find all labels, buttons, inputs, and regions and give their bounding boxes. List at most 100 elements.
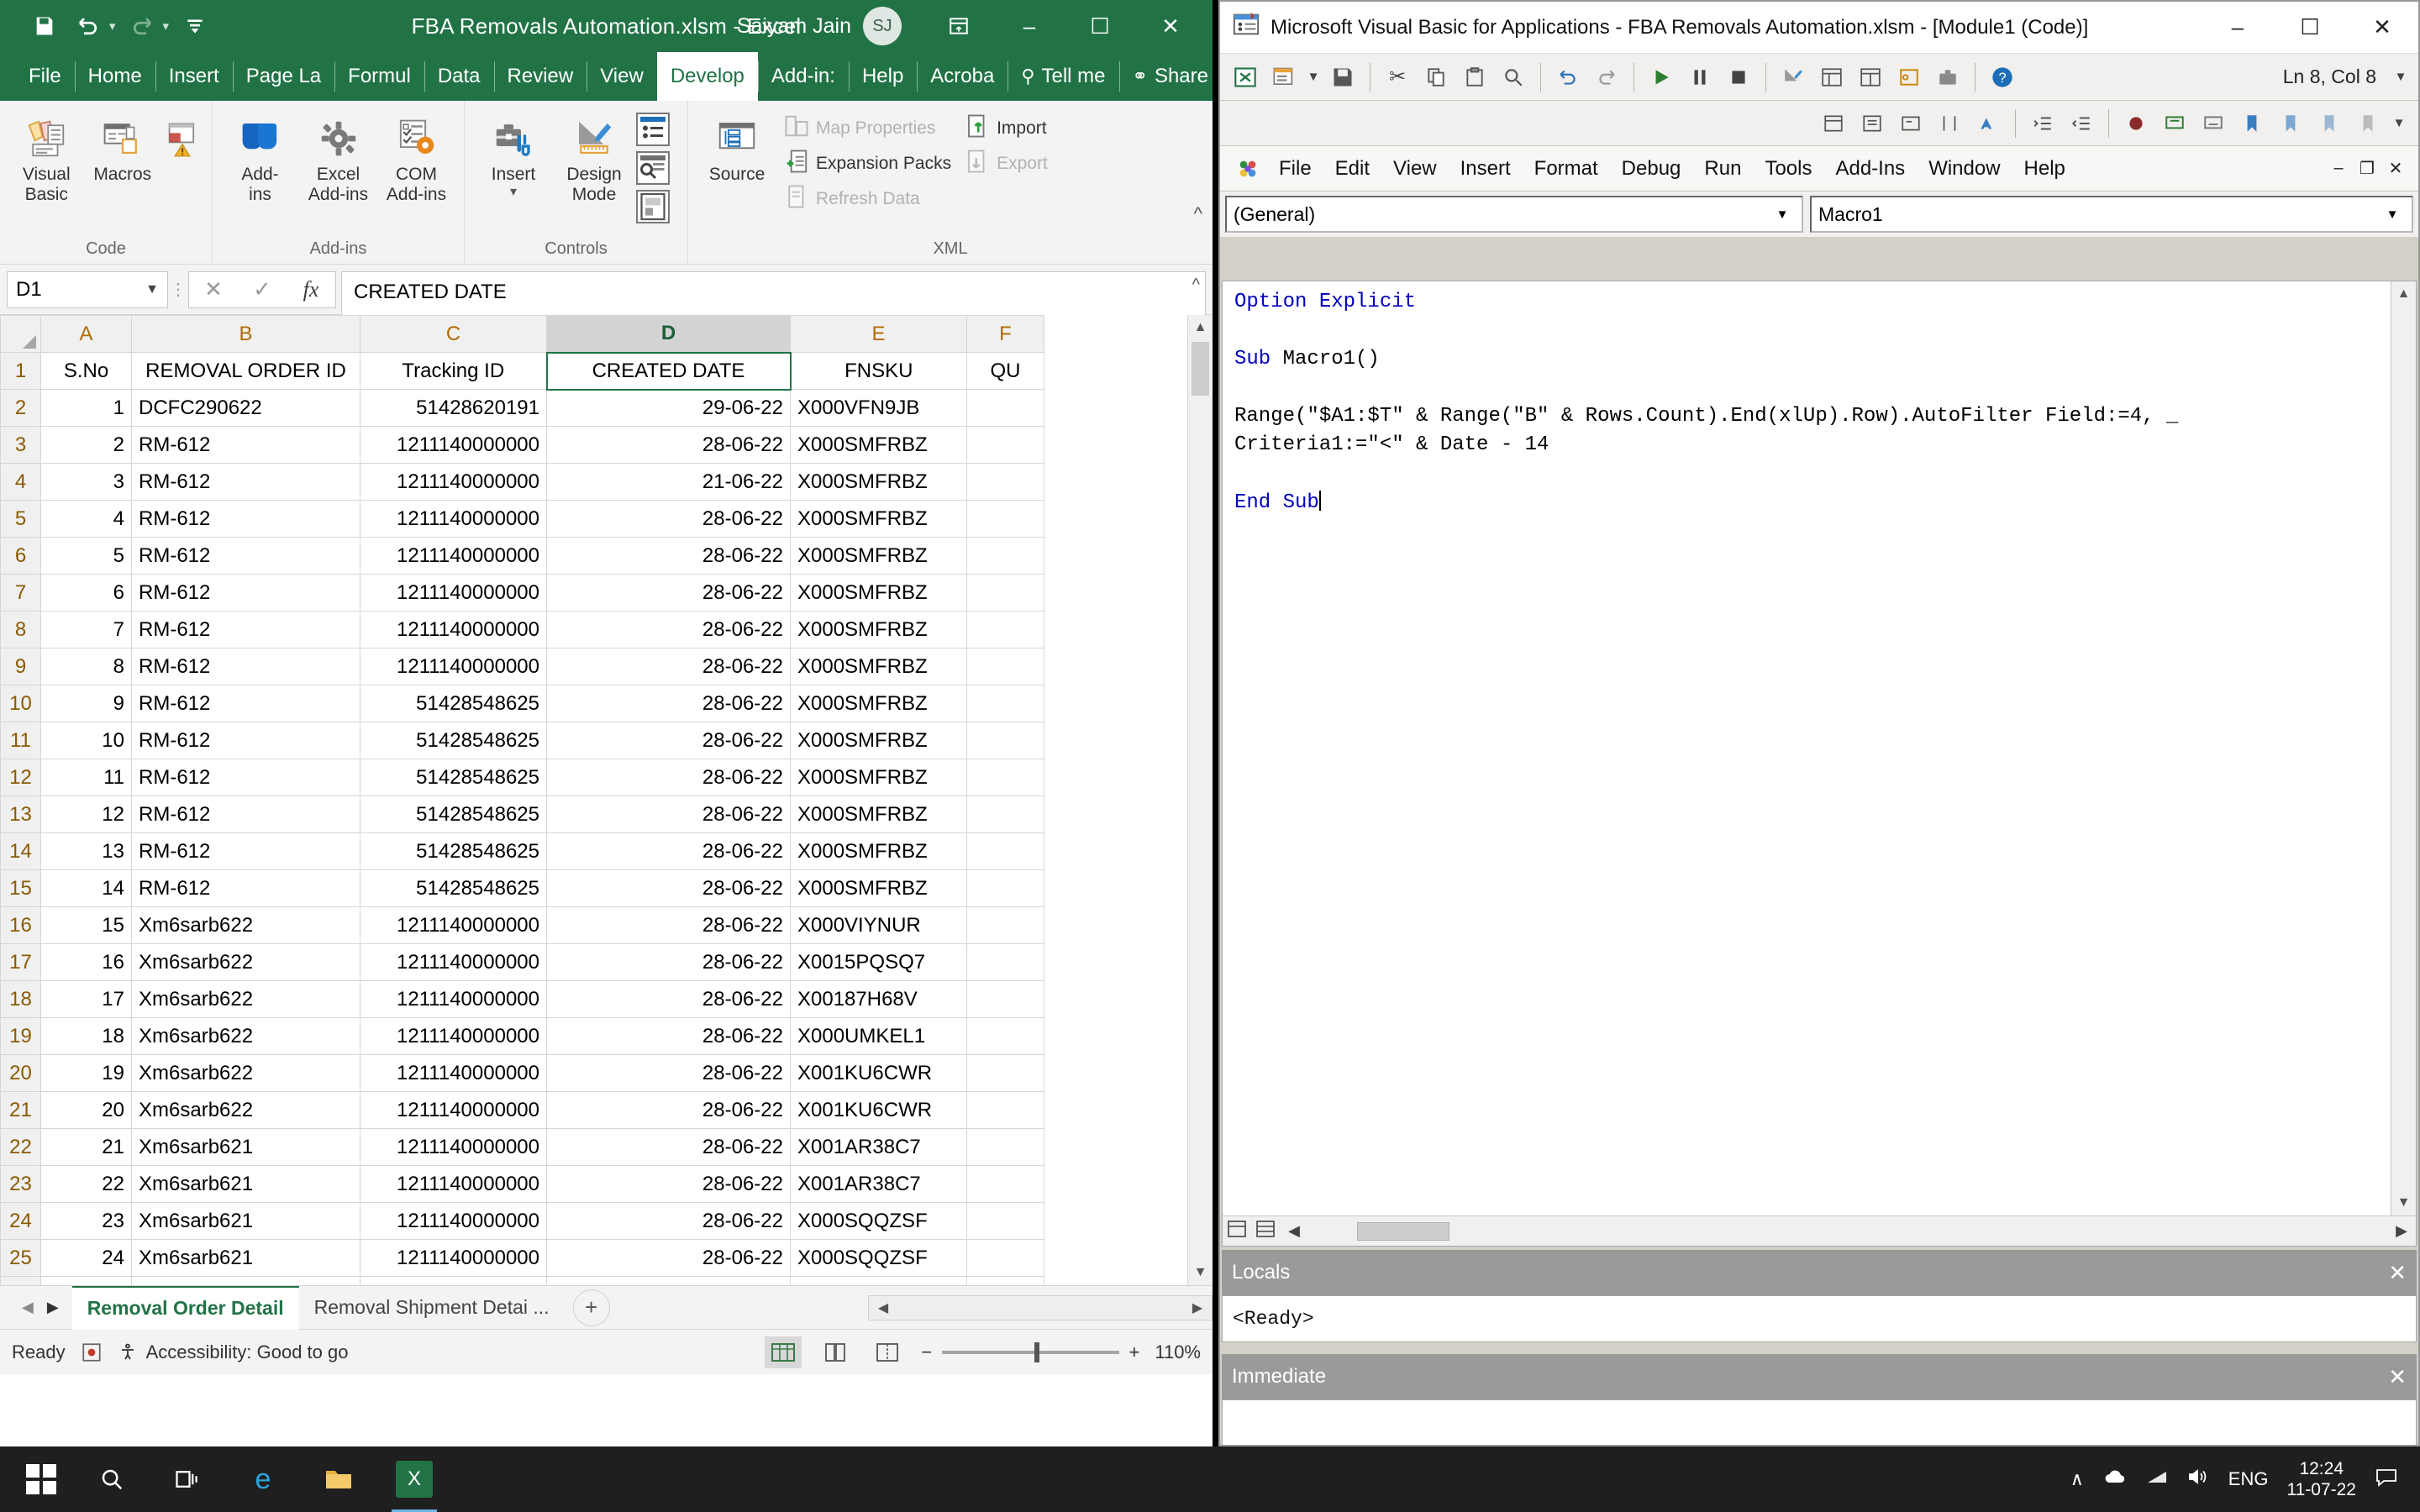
- vba-redo-icon[interactable]: [1588, 59, 1625, 96]
- grid-cell[interactable]: 16: [41, 944, 132, 981]
- grid-cell[interactable]: 20: [41, 1092, 132, 1129]
- vba-undo-icon[interactable]: [1549, 59, 1586, 96]
- row-header[interactable]: 26: [1, 1277, 41, 1286]
- grid-cell[interactable]: 11: [41, 759, 132, 796]
- ribbon-tab-file[interactable]: File: [15, 52, 75, 101]
- run-macro-icon[interactable]: [1643, 59, 1680, 96]
- locals-close-icon[interactable]: ✕: [2388, 1260, 2407, 1286]
- grid-cell[interactable]: Xm6sarb622: [132, 1092, 360, 1129]
- expand-formula-bar-icon[interactable]: ^: [1192, 276, 1200, 295]
- grid-cell[interactable]: 29-06-22: [547, 390, 791, 427]
- grid-cell[interactable]: 28-06-22: [547, 870, 791, 907]
- code-text[interactable]: Option Explicit Sub Macro1() Range("$A1:…: [1223, 281, 2416, 524]
- zoom-slider[interactable]: − +: [921, 1341, 1139, 1363]
- grid-cell[interactable]: 23: [41, 1203, 132, 1240]
- grid-cell[interactable]: 1211140000000: [360, 612, 547, 648]
- grid-cell[interactable]: Xm6sarb621: [132, 1166, 360, 1203]
- grid-cell[interactable]: [967, 1018, 1044, 1055]
- vba-menu-help[interactable]: Help: [2012, 150, 2077, 188]
- design-mode-button[interactable]: Design Mode: [554, 108, 634, 204]
- column-header-a[interactable]: A: [41, 316, 132, 353]
- cancel-entry-icon[interactable]: ✕: [189, 272, 238, 307]
- grid-cell[interactable]: X000SMFRBZ: [791, 464, 967, 501]
- toggle-breakpoint-icon[interactable]: [2118, 105, 2154, 142]
- grid-cell[interactable]: 19: [41, 1055, 132, 1092]
- task-view-icon[interactable]: [150, 1446, 225, 1512]
- confirm-entry-icon[interactable]: ✓: [238, 272, 287, 307]
- find-icon[interactable]: [1495, 59, 1532, 96]
- grid-cell[interactable]: X0015PQSQ7: [791, 944, 967, 981]
- ribbon-display-options-icon[interactable]: [923, 0, 994, 52]
- grid-cell[interactable]: Xm6sarb621: [132, 1240, 360, 1277]
- vba-menu-file[interactable]: File: [1267, 150, 1323, 188]
- grid-cell[interactable]: 28-06-22: [547, 1166, 791, 1203]
- insert-function-icon[interactable]: fx: [287, 272, 335, 307]
- grid-cell[interactable]: X000SMFRBZ: [791, 685, 967, 722]
- page-layout-view-icon[interactable]: [817, 1336, 854, 1368]
- grid-cell[interactable]: Xm6sarb622: [132, 1055, 360, 1092]
- grid-cell[interactable]: [967, 722, 1044, 759]
- module-close-button[interactable]: ✕: [2381, 152, 2410, 186]
- grid-cell[interactable]: 12: [41, 796, 132, 833]
- macro-record-button[interactable]: [81, 1341, 103, 1363]
- grid-cell[interactable]: 28-06-22: [547, 538, 791, 575]
- grid-cell[interactable]: X000SQQZSF: [791, 1203, 967, 1240]
- grid-cell[interactable]: 1211140000000: [360, 944, 547, 981]
- row-header[interactable]: 10: [1, 685, 41, 722]
- grid-cell[interactable]: RM-612: [132, 759, 360, 796]
- grid-cell[interactable]: 1211140000000: [360, 1129, 547, 1166]
- grid-cell[interactable]: 28-06-22: [547, 796, 791, 833]
- close-button[interactable]: ✕: [1135, 0, 1206, 52]
- vba-close-button[interactable]: ✕: [2346, 3, 2418, 53]
- vba-help-icon[interactable]: ?: [1984, 59, 2021, 96]
- grid-cell[interactable]: 28-06-22: [547, 1018, 791, 1055]
- object-combo[interactable]: (General) ▼: [1225, 196, 1803, 233]
- grid-cell[interactable]: 17: [41, 981, 132, 1018]
- ribbon-tab-view[interactable]: View: [587, 52, 657, 101]
- vba-menu-insert[interactable]: Insert: [1449, 150, 1523, 188]
- grid-cell[interactable]: [967, 759, 1044, 796]
- grid-cell[interactable]: [967, 427, 1044, 464]
- header-cell[interactable]: QU: [967, 353, 1044, 390]
- minimize-button[interactable]: –: [994, 0, 1065, 52]
- column-header-b[interactable]: B: [132, 316, 360, 353]
- sheet-prev-icon[interactable]: ◀: [22, 1299, 34, 1316]
- grid-cell[interactable]: 9: [41, 685, 132, 722]
- grid-cell[interactable]: 1211140000000: [360, 907, 547, 944]
- complete-word-icon[interactable]: [1970, 105, 2007, 142]
- grid-cell[interactable]: 1211140000000: [360, 1166, 547, 1203]
- grid-cell[interactable]: 8: [41, 648, 132, 685]
- grid-cell[interactable]: X001GIZIHH: [791, 1277, 967, 1286]
- grid-cell[interactable]: 28-06-22: [547, 833, 791, 870]
- grid-cell[interactable]: 1211140000000: [360, 1055, 547, 1092]
- design-mode-toggle-icon[interactable]: [1775, 59, 1812, 96]
- grid-cell[interactable]: [967, 464, 1044, 501]
- code-editor[interactable]: Option Explicit Sub Macro1() Range("$A1:…: [1222, 281, 2417, 1247]
- grid-cell[interactable]: [967, 870, 1044, 907]
- vertical-scroll-thumb[interactable]: [1192, 342, 1209, 396]
- immediate-close-icon[interactable]: ✕: [2388, 1364, 2407, 1390]
- grid-cell[interactable]: [967, 390, 1044, 427]
- visual-basic-button[interactable]: Visual Basic: [8, 108, 85, 204]
- copy-icon[interactable]: [1418, 59, 1455, 96]
- object-combo-caret-icon[interactable]: ▼: [1770, 207, 1795, 222]
- row-header[interactable]: 19: [1, 1018, 41, 1055]
- row-header[interactable]: 7: [1, 575, 41, 612]
- grid-cell[interactable]: 28-06-22: [547, 1055, 791, 1092]
- grid-cell[interactable]: [967, 538, 1044, 575]
- grid-cell[interactable]: 15: [41, 907, 132, 944]
- grid-cell[interactable]: X001KU6CWR: [791, 1055, 967, 1092]
- select-all-corner[interactable]: [1, 316, 41, 353]
- row-header[interactable]: 2: [1, 390, 41, 427]
- grid-cell[interactable]: 6: [41, 575, 132, 612]
- grid-cell[interactable]: 51428548625: [360, 759, 547, 796]
- excel-add-ins-button[interactable]: Excel Add-ins: [299, 108, 377, 204]
- grid-cell[interactable]: 7: [41, 612, 132, 648]
- grid-cell[interactable]: Xm6sarb621: [132, 1129, 360, 1166]
- grid-cell[interactable]: X000SMFRBZ: [791, 612, 967, 648]
- ribbon-tab-developer[interactable]: Develop: [657, 52, 758, 101]
- xml-source-button[interactable]: Source: [697, 108, 777, 185]
- code-vertical-scrollbar[interactable]: ▲ ▼: [2391, 281, 2416, 1246]
- grid-cell[interactable]: 1211140000000: [360, 575, 547, 612]
- grid-cell[interactable]: RM-612: [132, 464, 360, 501]
